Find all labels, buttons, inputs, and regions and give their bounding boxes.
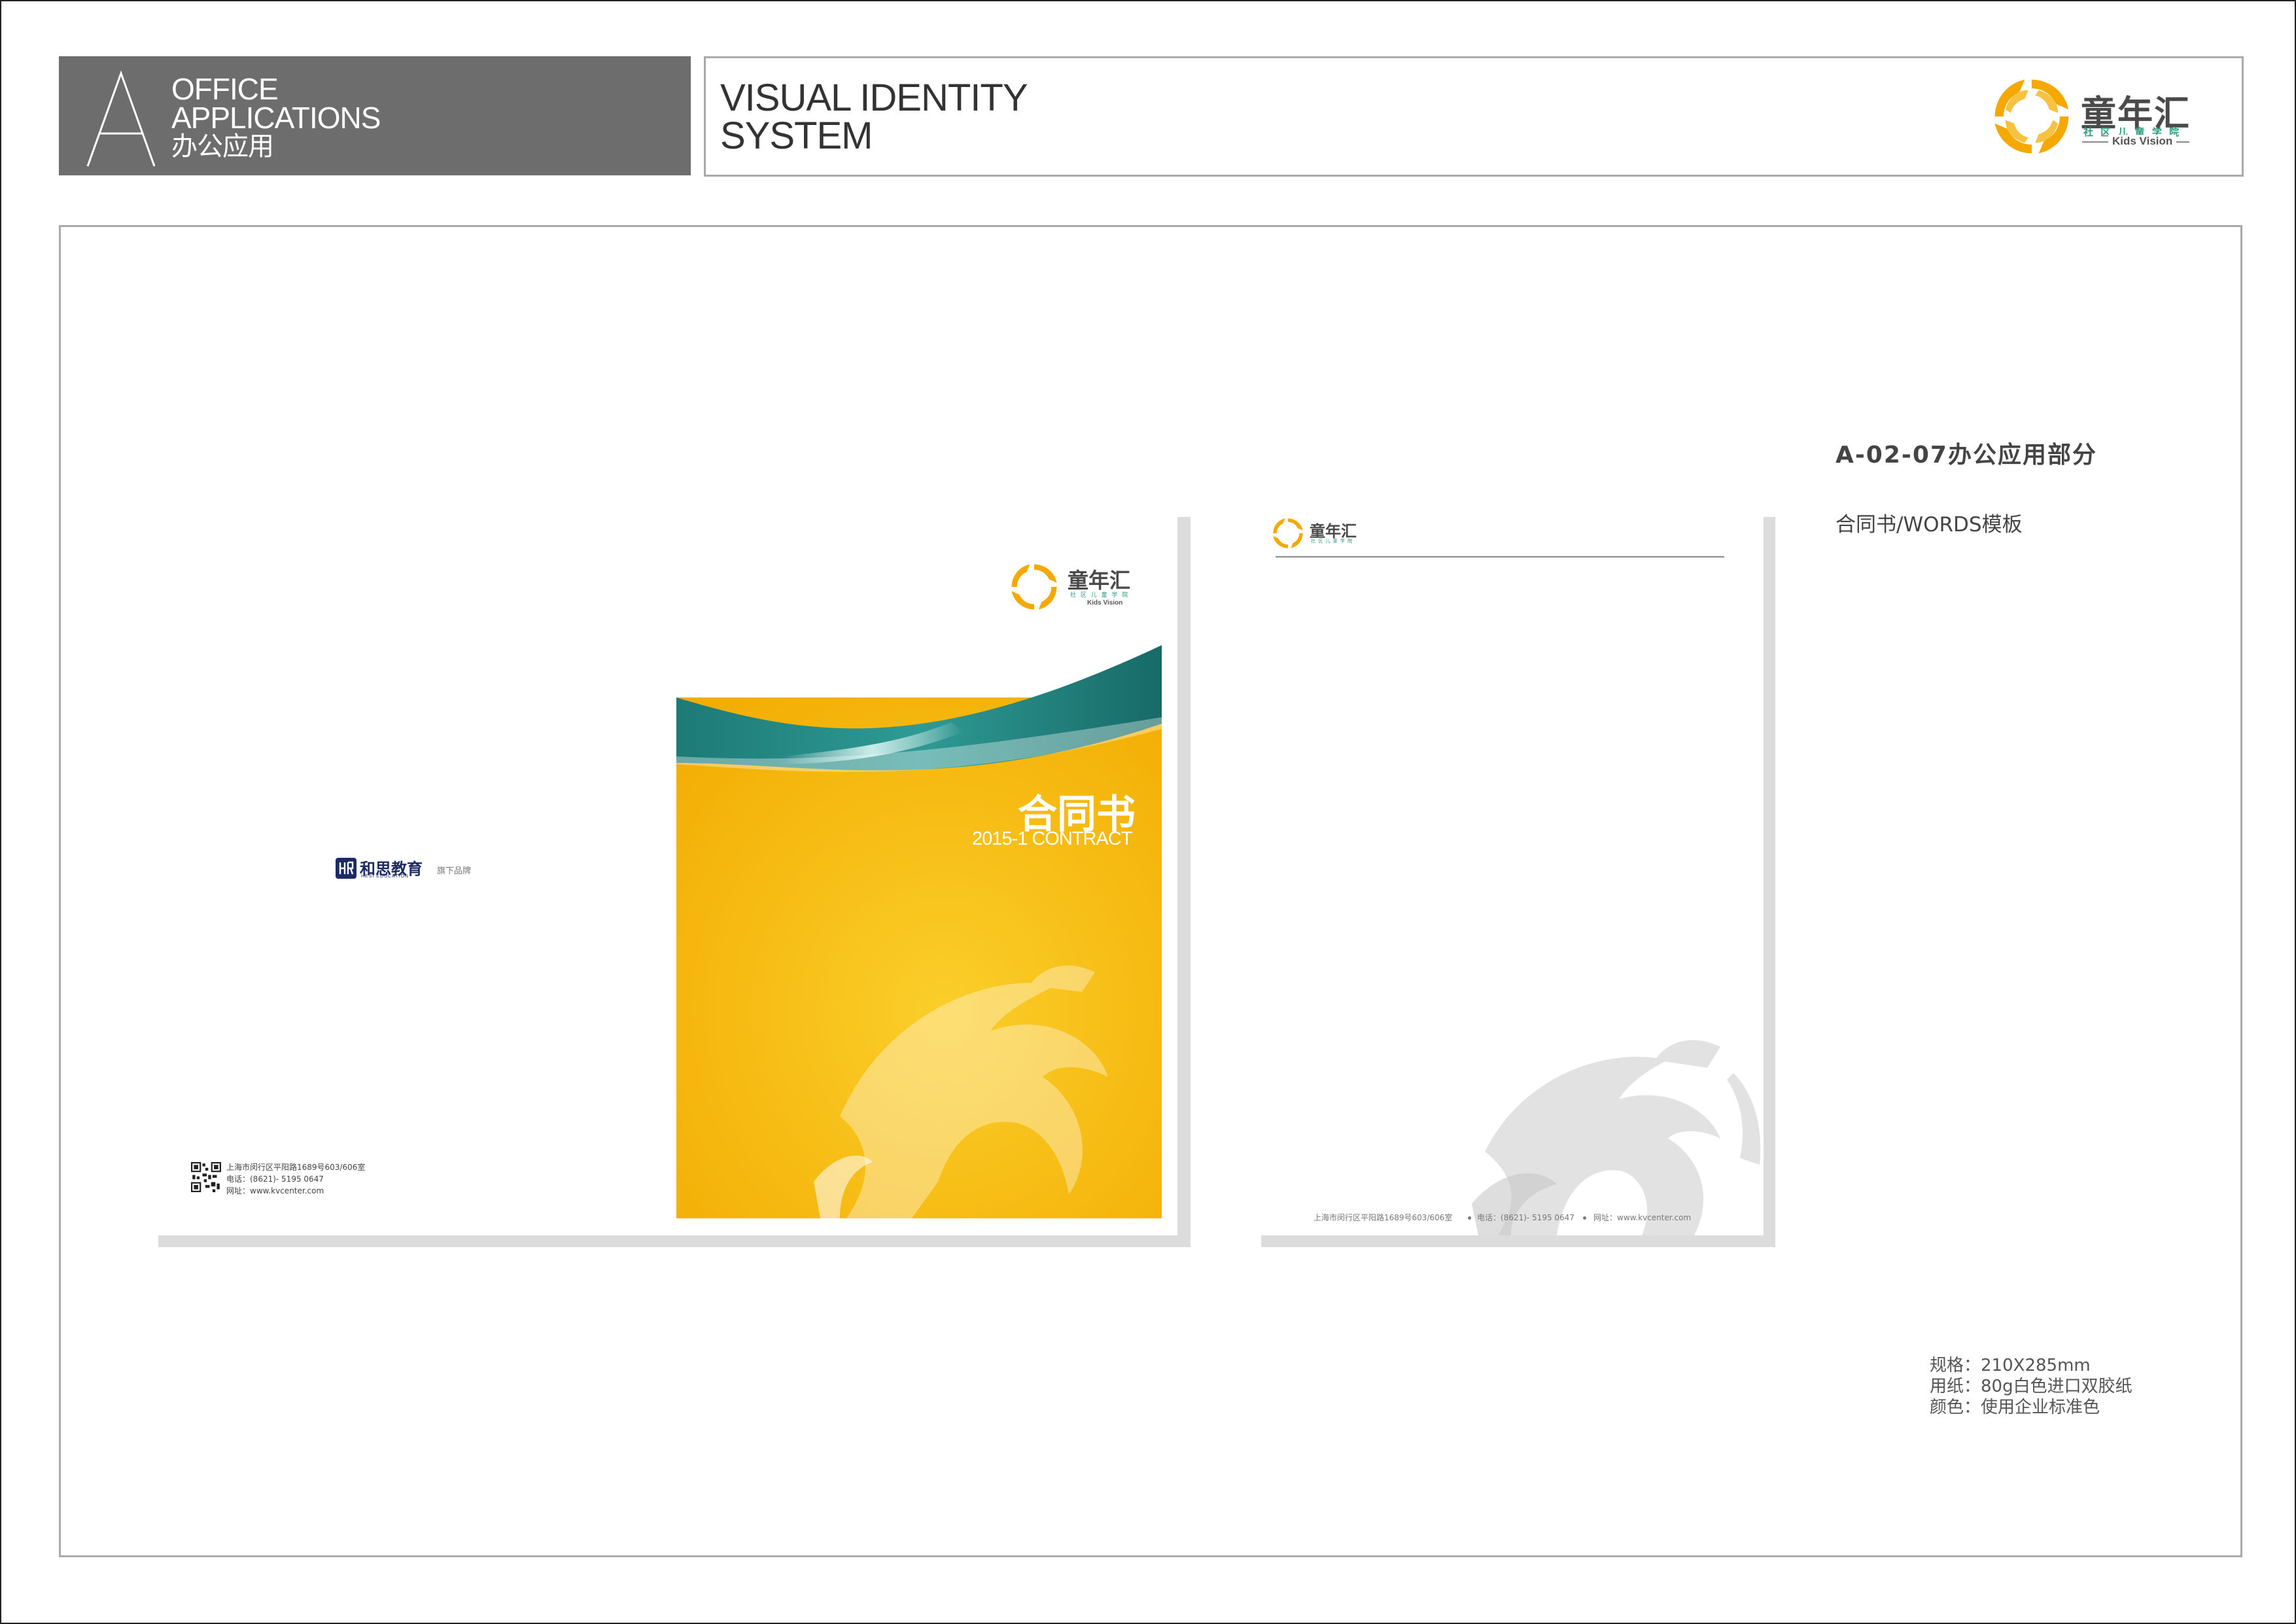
letter-footer-address: 上海市闵行区平阳路1689号603/606室 — [1313, 1213, 1453, 1222]
system-header: VISUAL IDENTITY SYSTEM 童年汇 社 区 儿 童 学 院 K… — [704, 56, 2244, 177]
brand-swirl-icon — [1994, 79, 2069, 154]
contract-title-en: 2015-1 CONTRACT — [972, 828, 1132, 849]
front-cover-brand-name-en: Kids Vision — [1087, 599, 1123, 607]
qr-code-icon — [191, 1162, 221, 1192]
partner-tag: 旗下品牌 — [437, 866, 472, 876]
letter-footer-dot-1 — [1468, 1216, 1471, 1220]
letter-watermark-art — [1472, 1040, 1761, 1235]
section-title-cn: 办公应用 — [171, 132, 274, 162]
front-cover-art — [676, 645, 1162, 1218]
section-letter-text: A — [85, 69, 92, 72]
back-cover-phone: 电话：(8621)- 5195 0647 — [226, 1174, 324, 1184]
section-title-en-line2: APPLICATIONS — [171, 101, 381, 135]
system-title-line1: VISUAL IDENTITY — [720, 77, 1028, 119]
letter-header-rule — [1276, 556, 1724, 557]
partner-logo-icon — [336, 858, 357, 879]
front-cover-brand-sub-cn: 社 区 儿 童 学 院 — [1070, 592, 1130, 599]
letter-footer-website: 网址：www.kvcenter.com — [1593, 1213, 1692, 1222]
spec-color: 颜色：使用企业标准色 — [1930, 1398, 2100, 1417]
front-cover-brand-swirl-icon — [1011, 564, 1057, 610]
section-title-en-line1: OFFICE — [171, 72, 279, 106]
letter-footer-dot-2 — [1583, 1216, 1586, 1220]
item-code: A-02-07办公应用部分 — [1835, 442, 2097, 468]
letter-brand-sub-cn: 社 区 儿 童 学 院 — [1311, 538, 1353, 544]
section-header: A OFFICE APPLICATIONS 办公应用 — [59, 56, 691, 175]
item-description: 合同书/WORDS模板 — [1835, 513, 2023, 537]
back-cover-address: 上海市闵行区平阳路1689号603/606室 — [226, 1163, 366, 1172]
brand-name-en: Kids Vision — [2108, 135, 2177, 148]
back-cover-website: 网址：www.kvcenter.com — [226, 1186, 324, 1195]
system-title-line2: SYSTEM — [720, 115, 873, 157]
partner-name-en: HESI EDUCATION — [361, 874, 409, 879]
letter-brand-swirl-icon — [1273, 518, 1303, 548]
section-letter-a-glyph: A — [85, 69, 156, 167]
letter-footer-phone: 电话：(8621)- 5195 0647 — [1477, 1213, 1574, 1222]
